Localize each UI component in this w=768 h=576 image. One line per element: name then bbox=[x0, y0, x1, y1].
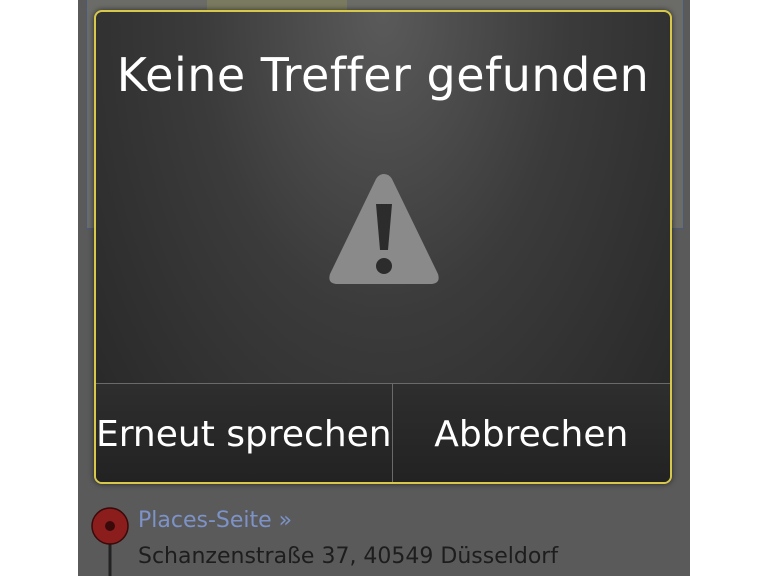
places-page-link[interactable]: Places-Seite » bbox=[138, 508, 292, 533]
map-road bbox=[207, 0, 347, 10]
warning-icon bbox=[329, 174, 439, 284]
no-results-dialog: Keine Treffer gefunden Erneut sprechen A… bbox=[94, 10, 672, 484]
address-text: Schanzenstraße 37, 40549 Düsseldorf bbox=[138, 544, 559, 569]
retry-speak-button[interactable]: Erneut sprechen bbox=[96, 384, 393, 482]
dialog-button-bar: Erneut sprechen Abbrechen bbox=[96, 383, 670, 482]
map-pin-icon bbox=[91, 507, 129, 576]
dialog-title: Keine Treffer gefunden bbox=[116, 48, 650, 102]
cancel-button[interactable]: Abbrechen bbox=[393, 384, 670, 482]
place-result: Places-Seite » Schanzenstraße 37, 40549 … bbox=[78, 500, 690, 576]
